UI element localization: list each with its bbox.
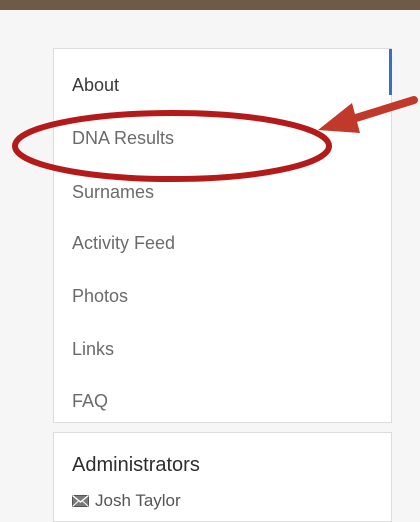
administrators-heading: Administrators [72,454,200,476]
sidebar-item-photos[interactable]: Photos [72,286,128,307]
administrator-name: Josh Taylor [95,491,181,510]
sidebar-item-dna-results[interactable]: DNA Results [72,128,174,149]
administrator-link[interactable]: Josh Taylor [72,491,181,511]
administrators-panel: Administrators Josh Taylor [53,432,392,522]
active-indicator [389,49,392,95]
sidebar-item-faq[interactable]: FAQ [72,391,108,412]
sidebar-item-links[interactable]: Links [72,339,114,360]
sidebar-item-activity-feed[interactable]: Activity Feed [72,233,175,254]
mail-icon [72,495,89,507]
sidebar-nav: About DNA Results Surnames Activity Feed… [53,48,392,423]
sidebar-item-surnames[interactable]: Surnames [72,182,154,203]
sidebar-item-about[interactable]: About [72,75,119,96]
top-header-bar [0,0,420,10]
